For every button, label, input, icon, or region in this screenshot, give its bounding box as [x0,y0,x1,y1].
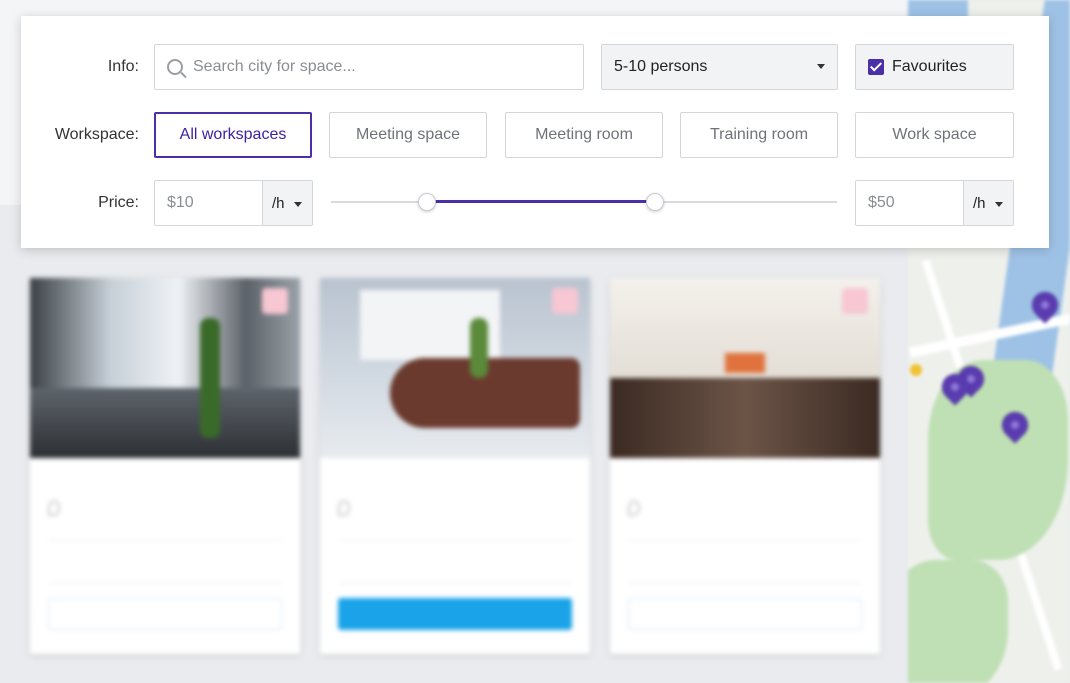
price-max-unit-select[interactable]: /h [964,181,1013,225]
search-field[interactable] [154,44,584,90]
favourites-toggle[interactable]: Favourites [855,44,1014,90]
map-park [908,560,1008,683]
favourites-label: Favourites [892,58,967,75]
workspace-option-training-room[interactable]: Training room [680,112,838,158]
price-label: Price: [98,194,139,211]
workspace-option-meeting-space[interactable]: Meeting space [329,112,487,158]
map-marker-icon [910,364,922,376]
book-now-button[interactable] [628,598,862,630]
listing-card[interactable] [30,278,300,654]
chevron-down-icon [995,202,1003,207]
persons-select-value: 5-10 persons [614,58,708,75]
workspace-option-meeting-room[interactable]: Meeting room [505,112,663,158]
persons-select[interactable]: 5-10 persons [601,44,838,90]
listing-title [628,472,862,494]
filter-panel: Info: 5-10 persons Favourites Workspace:… [21,16,1049,248]
listing-address [628,500,862,516]
location-pin-icon [628,500,640,516]
book-now-button[interactable] [48,598,282,630]
listing-stats [48,540,282,584]
listing-photo [320,278,590,458]
chevron-down-icon [817,64,825,69]
listing-stats [338,540,572,584]
price-min-field[interactable]: $10 /h [154,180,313,226]
price-min-handle[interactable] [418,193,437,211]
price-min-unit-select[interactable]: /h [263,181,312,225]
favourite-icon[interactable] [262,288,288,314]
book-now-button[interactable] [338,598,572,630]
chevron-down-icon [294,202,302,207]
listing-card[interactable] [320,278,590,654]
listing-address [48,500,282,516]
location-pin-icon [48,500,60,516]
price-range-slider[interactable] [331,193,837,211]
price-min-input[interactable]: $10 [155,181,263,225]
listing-photo [30,278,300,458]
search-icon [167,59,183,75]
listing-photo [610,278,880,458]
listing-card[interactable] [610,278,880,654]
listing-stats [628,540,862,584]
price-max-field[interactable]: $50 /h [855,180,1014,226]
price-min-unit: /h [272,194,285,212]
price-range-fill [427,200,655,203]
info-label: Info: [107,58,139,75]
price-max-input[interactable]: $50 [856,181,964,225]
listing-title [338,472,572,494]
location-pin-icon [338,500,350,516]
workspace-option-work-space[interactable]: Work space [855,112,1014,158]
checkbox-checked-icon[interactable] [868,59,884,75]
listing-address [338,500,572,516]
workspace-label: Workspace: [54,126,139,143]
favourite-icon[interactable] [552,288,578,314]
workspace-option-all[interactable]: All workspaces [154,112,312,158]
search-input[interactable] [193,58,563,76]
listing-title [48,472,282,494]
price-max-handle[interactable] [645,193,664,211]
price-max-unit: /h [973,194,986,212]
favourite-icon[interactable] [842,288,868,314]
